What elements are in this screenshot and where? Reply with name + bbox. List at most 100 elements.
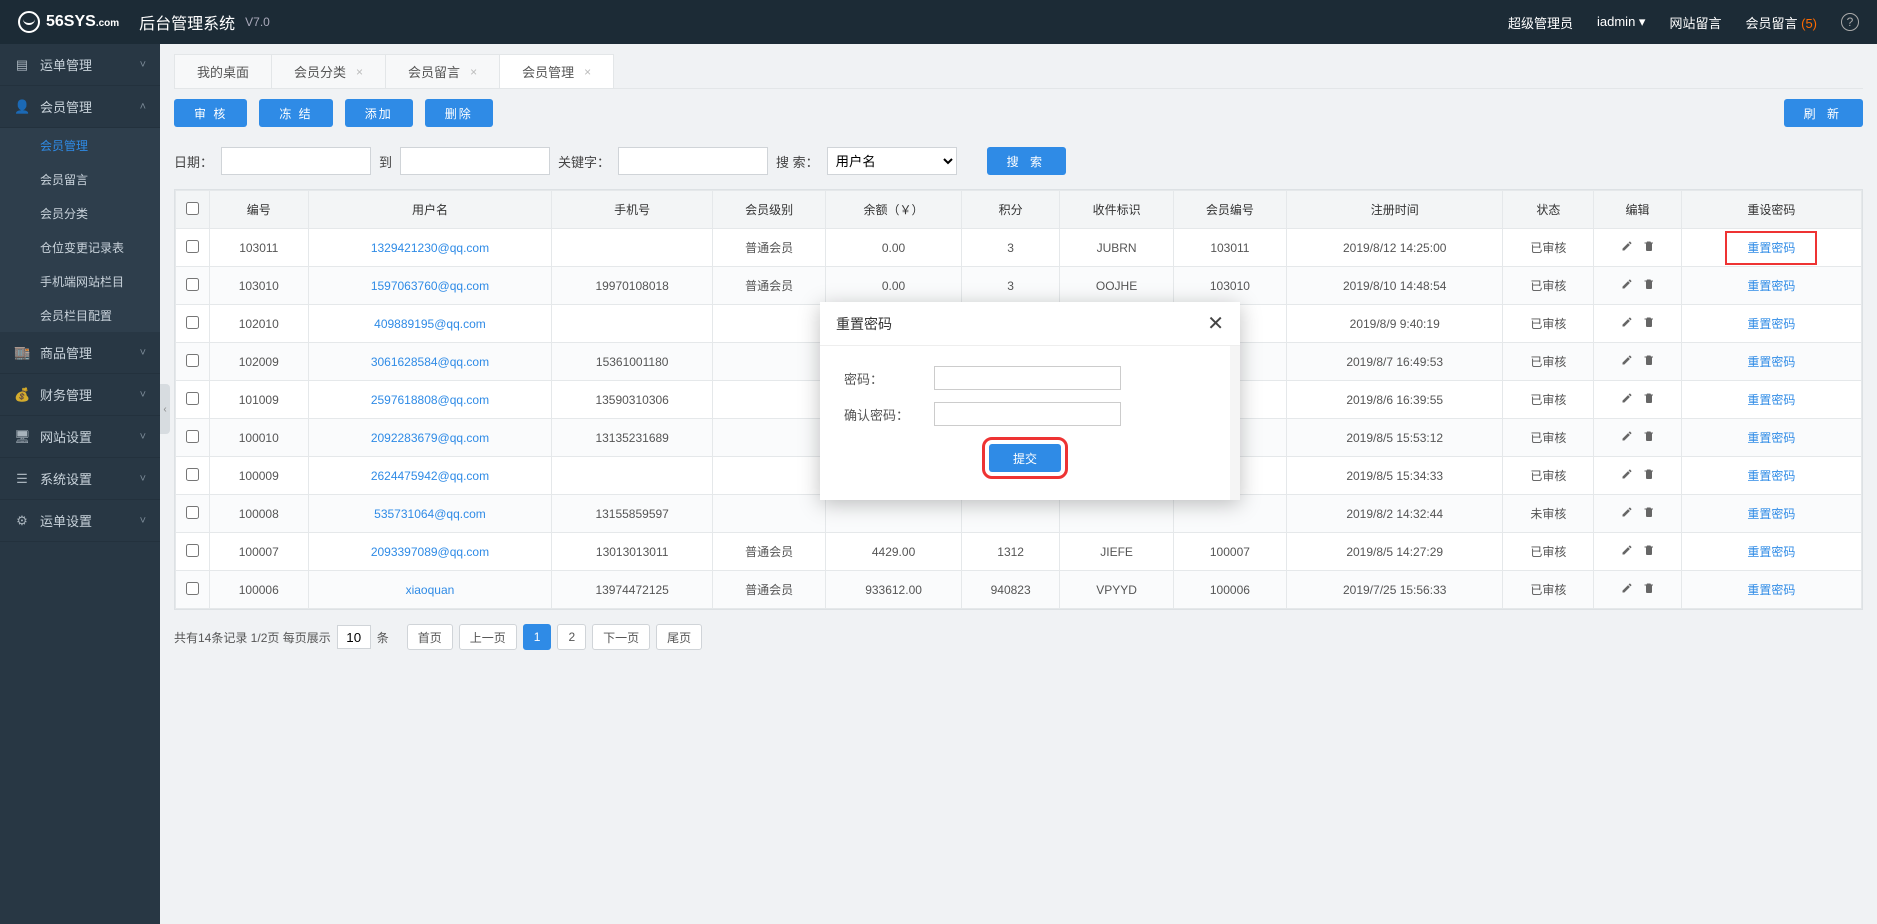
- username-link[interactable]: 3061628584@qq.com: [371, 355, 489, 369]
- row-checkbox[interactable]: [186, 430, 199, 443]
- tab-close-icon[interactable]: ×: [470, 65, 477, 79]
- delete-icon[interactable]: [1643, 392, 1655, 404]
- edit-icon[interactable]: [1621, 354, 1633, 366]
- edit-icon[interactable]: [1621, 544, 1633, 556]
- password-input[interactable]: [934, 366, 1121, 390]
- modal-submit-button[interactable]: 提交: [989, 444, 1061, 472]
- delete-icon[interactable]: [1643, 582, 1655, 594]
- delete-icon[interactable]: [1643, 430, 1655, 442]
- username-link[interactable]: 1329421230@qq.com: [371, 241, 489, 255]
- search-button[interactable]: 搜 索: [987, 147, 1066, 175]
- edit-icon[interactable]: [1621, 392, 1633, 404]
- sidebar-sub-item[interactable]: 会员分类: [0, 196, 160, 230]
- sidebar-item[interactable]: 🏬商品管理˅: [0, 332, 160, 374]
- reset-password-link[interactable]: 重置密码: [1747, 583, 1795, 597]
- delete-icon[interactable]: [1643, 316, 1655, 328]
- edit-icon[interactable]: [1621, 240, 1633, 252]
- username-link[interactable]: 2597618808@qq.com: [371, 393, 489, 407]
- row-checkbox[interactable]: [186, 506, 199, 519]
- reset-password-link[interactable]: 重置密码: [1747, 393, 1795, 407]
- sidebar-sub-item[interactable]: 会员管理: [0, 128, 160, 162]
- add-button[interactable]: 添加: [345, 99, 413, 127]
- reset-password-link[interactable]: 重置密码: [1747, 507, 1795, 521]
- pager-next[interactable]: 下一页: [592, 624, 650, 650]
- tab-close-icon[interactable]: ×: [584, 65, 591, 79]
- user-menu[interactable]: iadmin ▾: [1597, 14, 1645, 30]
- tab-close-icon[interactable]: ×: [356, 65, 363, 79]
- reset-password-link[interactable]: 重置密码: [1747, 431, 1795, 445]
- row-checkbox[interactable]: [186, 392, 199, 405]
- delete-button[interactable]: 删除: [425, 99, 493, 127]
- username-link[interactable]: 2092283679@qq.com: [371, 431, 489, 445]
- sidebar-item[interactable]: ▤运单管理˅: [0, 44, 160, 86]
- sidebar-item[interactable]: ⚙运单设置˅: [0, 500, 160, 542]
- edit-icon[interactable]: [1621, 582, 1633, 594]
- sidebar-item[interactable]: 🖥网站设置˅: [0, 416, 160, 458]
- confirm-password-input[interactable]: [934, 402, 1121, 426]
- username-link[interactable]: 409889195@qq.com: [374, 317, 486, 331]
- reset-password-link[interactable]: 重置密码: [1747, 545, 1795, 559]
- tab[interactable]: 会员管理×: [499, 54, 614, 88]
- username-link[interactable]: 2624475942@qq.com: [371, 469, 489, 483]
- row-checkbox[interactable]: [186, 544, 199, 557]
- freeze-button[interactable]: 冻 结: [259, 99, 332, 127]
- row-checkbox[interactable]: [186, 316, 199, 329]
- edit-icon[interactable]: [1621, 506, 1633, 518]
- cell-status: 已审核: [1503, 343, 1594, 381]
- pager-page-2[interactable]: 2: [557, 624, 586, 650]
- delete-icon[interactable]: [1643, 506, 1655, 518]
- date-to-input[interactable]: [400, 147, 550, 175]
- select-all-checkbox[interactable]: [186, 202, 199, 215]
- row-checkbox[interactable]: [186, 468, 199, 481]
- help-icon[interactable]: ?: [1841, 13, 1859, 31]
- username-link[interactable]: xiaoquan: [406, 583, 455, 597]
- sidebar-sub-item[interactable]: 会员栏目配置: [0, 298, 160, 332]
- sidebar-item[interactable]: ☰系统设置˅: [0, 458, 160, 500]
- refresh-button[interactable]: 刷 新: [1784, 99, 1863, 127]
- sidebar-sub-item[interactable]: 会员留言: [0, 162, 160, 196]
- sidebar-item[interactable]: 💰财务管理˅: [0, 374, 160, 416]
- edit-icon[interactable]: [1621, 316, 1633, 328]
- edit-icon[interactable]: [1621, 278, 1633, 290]
- reset-password-link[interactable]: 重置密码: [1729, 235, 1813, 261]
- delete-icon[interactable]: [1643, 278, 1655, 290]
- row-checkbox[interactable]: [186, 240, 199, 253]
- delete-icon[interactable]: [1643, 354, 1655, 366]
- member-messages-link[interactable]: 会员留言 (5): [1745, 13, 1817, 32]
- delete-icon[interactable]: [1643, 240, 1655, 252]
- site-messages-link[interactable]: 网站留言: [1669, 13, 1721, 32]
- row-checkbox[interactable]: [186, 582, 199, 595]
- edit-icon[interactable]: [1621, 430, 1633, 442]
- pager-last[interactable]: 尾页: [656, 624, 702, 650]
- username-link[interactable]: 535731064@qq.com: [374, 507, 486, 521]
- row-checkbox[interactable]: [186, 278, 199, 291]
- date-from-input[interactable]: [221, 147, 371, 175]
- audit-button[interactable]: 审 核: [174, 99, 247, 127]
- pager-prev[interactable]: 上一页: [459, 624, 517, 650]
- sidebar-collapse-handle[interactable]: ‹: [160, 384, 170, 434]
- cell-phone: 13135231689: [552, 419, 713, 457]
- delete-icon[interactable]: [1643, 468, 1655, 480]
- tab[interactable]: 我的桌面: [174, 54, 272, 88]
- username-link[interactable]: 2093397089@qq.com: [371, 545, 489, 559]
- edit-icon[interactable]: [1621, 468, 1633, 480]
- search-by-select[interactable]: 用户名: [827, 147, 957, 175]
- delete-icon[interactable]: [1643, 544, 1655, 556]
- page-size-input[interactable]: [337, 625, 371, 649]
- reset-password-link[interactable]: 重置密码: [1747, 279, 1795, 293]
- pager-first[interactable]: 首页: [407, 624, 453, 650]
- reset-password-link[interactable]: 重置密码: [1747, 469, 1795, 483]
- username-link[interactable]: 1597063760@qq.com: [371, 279, 489, 293]
- date-label: 日期：: [174, 152, 213, 171]
- sidebar-sub-item[interactable]: 仓位变更记录表: [0, 230, 160, 264]
- reset-password-link[interactable]: 重置密码: [1747, 317, 1795, 331]
- sidebar-sub-item[interactable]: 手机端网站栏目: [0, 264, 160, 298]
- pager-page-1[interactable]: 1: [523, 624, 552, 650]
- tab[interactable]: 会员分类×: [271, 54, 386, 88]
- modal-close-icon[interactable]: ✕: [1207, 311, 1224, 336]
- tab[interactable]: 会员留言×: [385, 54, 500, 88]
- keyword-input[interactable]: [618, 147, 768, 175]
- row-checkbox[interactable]: [186, 354, 199, 367]
- reset-password-link[interactable]: 重置密码: [1747, 355, 1795, 369]
- sidebar-item[interactable]: 👤会员管理˄: [0, 86, 160, 128]
